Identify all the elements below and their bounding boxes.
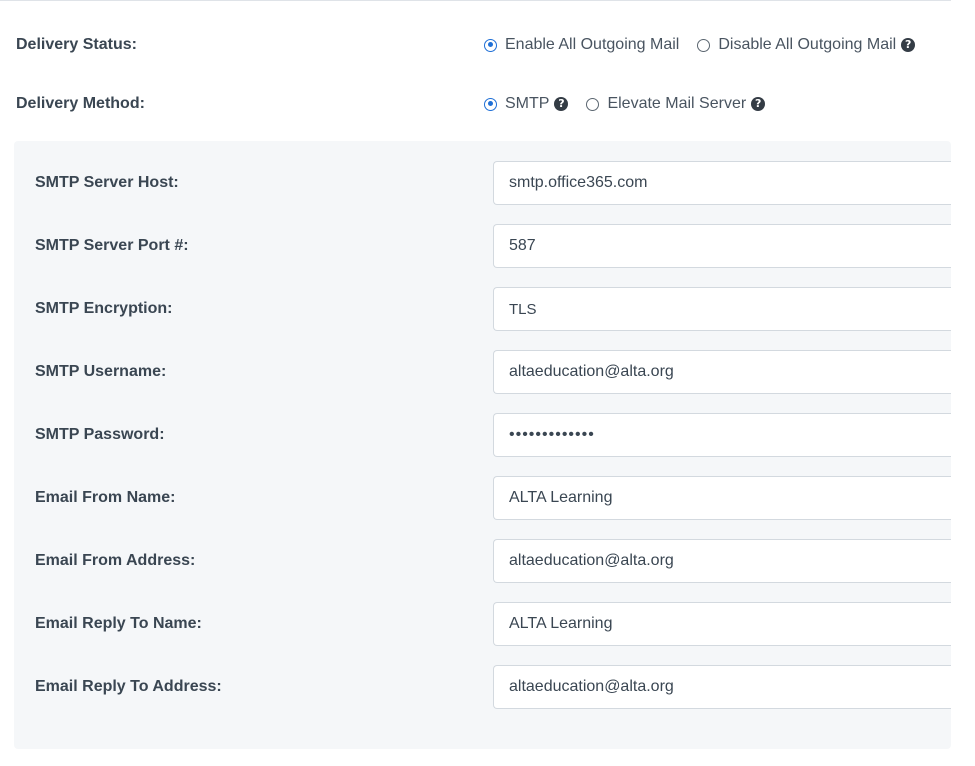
radio-label: Elevate Mail Server bbox=[607, 95, 747, 112]
top-divider bbox=[0, 0, 951, 1]
email-from-address-label: Email From Address: bbox=[35, 552, 196, 569]
right-edge-mask bbox=[951, 0, 975, 766]
radio-disable-all-outgoing-mail[interactable]: Disable All Outgoing Mail ? bbox=[697, 35, 916, 55]
smtp-password-label: SMTP Password: bbox=[35, 426, 165, 443]
smtp-server-port-label: SMTP Server Port #: bbox=[35, 237, 189, 254]
smtp-server-host-input[interactable] bbox=[493, 161, 963, 205]
email-from-name-label: Email From Name: bbox=[35, 489, 176, 506]
question-circle-icon[interactable]: ? bbox=[901, 38, 916, 52]
email-from-name-input[interactable] bbox=[493, 476, 963, 520]
smtp-encryption-select[interactable] bbox=[493, 287, 963, 331]
email-from-address-input[interactable] bbox=[493, 539, 963, 583]
radio-unchecked-icon[interactable] bbox=[697, 38, 711, 52]
email-reply-to-name-label: Email Reply To Name: bbox=[35, 615, 202, 632]
radio-elevate-mail-server[interactable]: Elevate Mail Server ? bbox=[586, 94, 766, 114]
smtp-server-port-input[interactable] bbox=[493, 224, 963, 268]
smtp-username-input[interactable] bbox=[493, 350, 963, 394]
delivery-status-label: Delivery Status: bbox=[16, 36, 137, 53]
mail-settings-page: Delivery Status: Enable All Outgoing Mai… bbox=[0, 0, 975, 766]
question-circle-icon[interactable]: ? bbox=[751, 97, 766, 111]
smtp-server-host-label: SMTP Server Host: bbox=[35, 174, 179, 191]
delivery-status-radio-group: Enable All Outgoing Mail Disable All Out… bbox=[484, 35, 916, 55]
email-reply-to-name-input[interactable] bbox=[493, 602, 963, 646]
smtp-username-label: SMTP Username: bbox=[35, 363, 167, 380]
smtp-encryption-label: SMTP Encryption: bbox=[35, 300, 173, 317]
radio-checked-icon[interactable] bbox=[484, 38, 497, 52]
radio-smtp[interactable]: SMTP ? bbox=[484, 94, 569, 114]
question-circle-icon[interactable]: ? bbox=[554, 97, 569, 111]
email-reply-to-address-label: Email Reply To Address: bbox=[35, 678, 222, 695]
email-reply-to-address-input[interactable] bbox=[493, 665, 963, 709]
radio-label: SMTP bbox=[505, 95, 550, 112]
radio-unchecked-icon[interactable] bbox=[586, 97, 600, 111]
delivery-method-radio-group: SMTP ? Elevate Mail Server ? bbox=[484, 94, 783, 114]
radio-enable-all-outgoing-mail[interactable]: Enable All Outgoing Mail bbox=[484, 35, 679, 55]
radio-label: Enable All Outgoing Mail bbox=[505, 36, 680, 53]
radio-label: Disable All Outgoing Mail bbox=[718, 36, 897, 53]
smtp-password-input[interactable] bbox=[493, 413, 963, 457]
delivery-method-label: Delivery Method: bbox=[16, 95, 145, 112]
radio-checked-icon[interactable] bbox=[484, 97, 497, 111]
